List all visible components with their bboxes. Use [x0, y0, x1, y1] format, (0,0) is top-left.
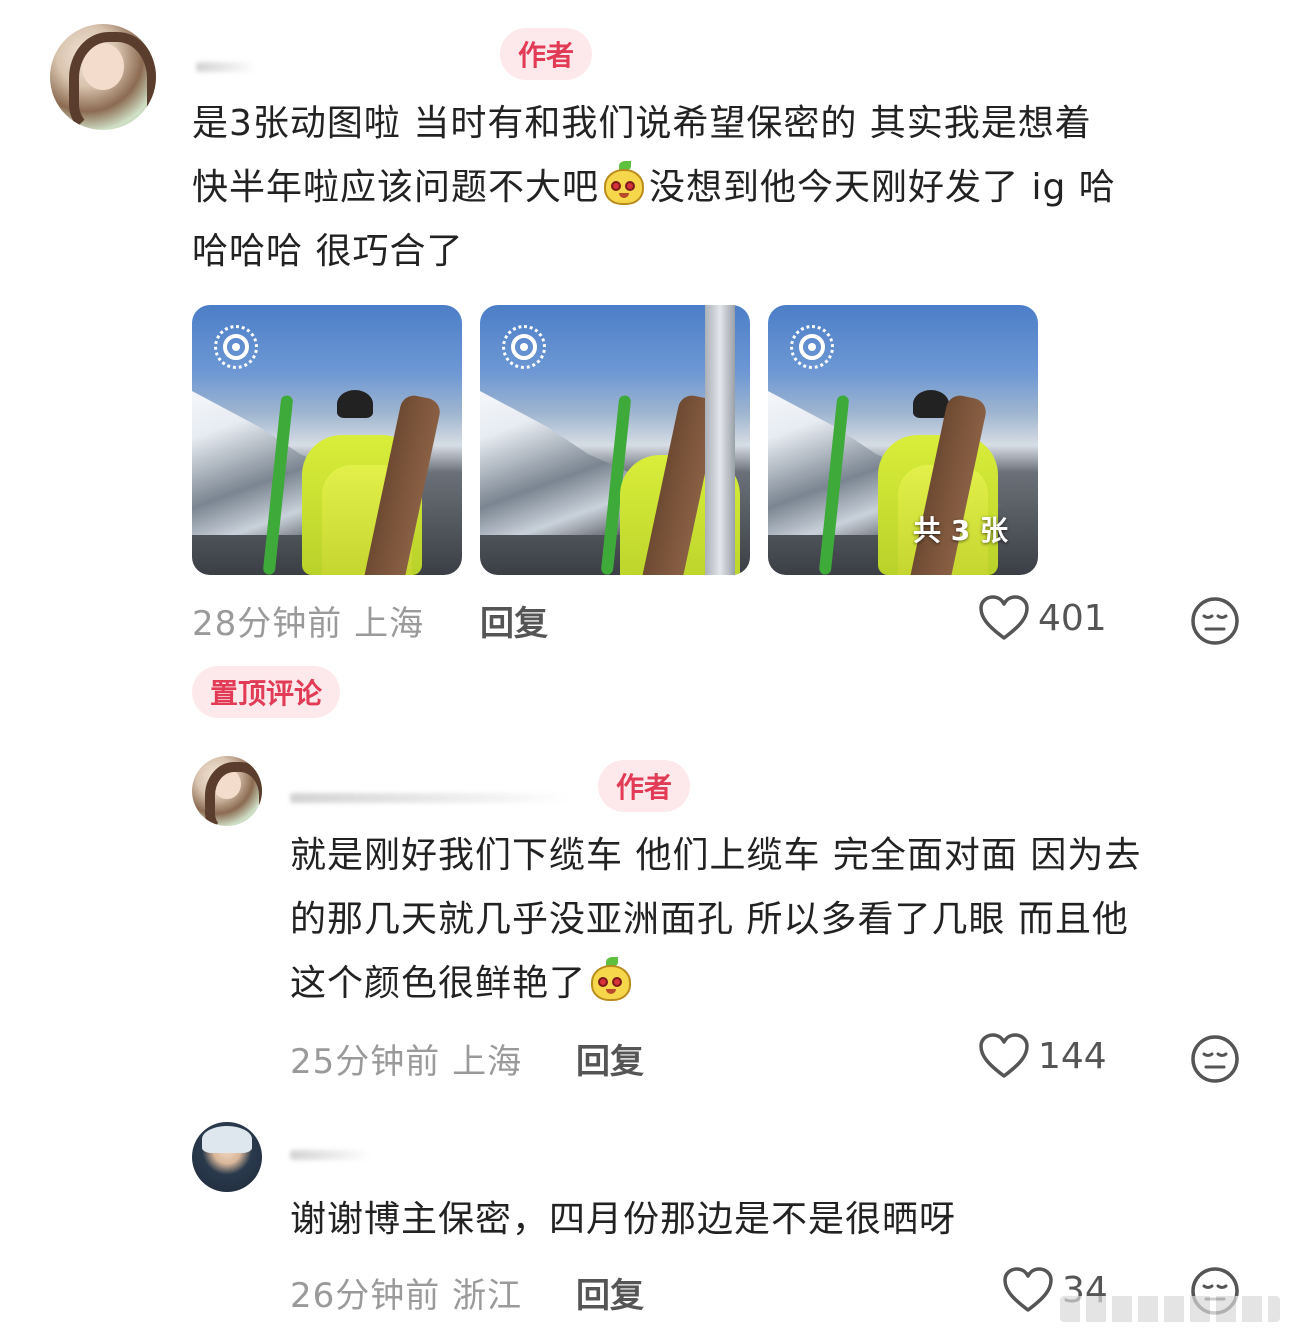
like-count: 144	[1038, 1035, 1107, 1077]
comment-line: 就是刚好我们下缆车 他们上缆车 完全面对面 因为去	[290, 835, 1142, 876]
photo-thumbnail-2[interactable]	[480, 305, 750, 575]
live-photo-icon	[790, 325, 834, 369]
dislike-face-icon[interactable]	[1190, 1034, 1240, 1084]
dislike-face-icon[interactable]	[1190, 596, 1240, 646]
comment-line: 谢谢博主保密，四月份那边是不是很晒呀	[290, 1199, 957, 1240]
comment-line: 是3张动图啦 当时有和我们说希望保密的 其实我是想着	[192, 103, 1092, 144]
username[interactable]	[196, 62, 256, 72]
avatar[interactable]	[192, 1122, 262, 1192]
comment-text: 是3张动图啦 当时有和我们说希望保密的 其实我是想着 快半年啦应该问题不大吧 没想…	[192, 92, 1252, 284]
pear-emoji-icon	[601, 161, 647, 207]
live-photo-icon	[502, 325, 546, 369]
photo-count-label: 共 3 张	[913, 514, 1008, 547]
comment-text: 谢谢博主保密，四月份那边是不是很晒呀	[290, 1188, 1260, 1252]
comment-time-location: 26分钟前 浙江	[290, 1276, 523, 1316]
photo-thumbnail-3[interactable]: 共 3 张	[768, 305, 1038, 575]
comment-line: 这个颜色很鲜艳了	[290, 952, 1260, 1016]
watermark	[1060, 1296, 1280, 1322]
comment-time-location: 25分钟前 上海	[290, 1042, 523, 1082]
heart-icon	[979, 1033, 1029, 1078]
username[interactable]	[290, 1150, 370, 1160]
username[interactable]	[290, 793, 570, 803]
author-badge: 作者	[598, 760, 691, 812]
pear-emoji-icon	[588, 957, 634, 1003]
reply-button[interactable]: 回复	[576, 1268, 644, 1317]
photo-thumbnail-1[interactable]	[192, 305, 462, 575]
like-count: 401	[1038, 597, 1107, 639]
pinned-comment-badge: 置顶评论	[192, 666, 341, 718]
avatar[interactable]	[50, 24, 156, 130]
comment-line: 的那几天就几乎没亚洲面孔 所以多看了几眼 而且他	[290, 899, 1129, 940]
heart-icon	[1003, 1267, 1053, 1312]
like-button[interactable]: 401	[978, 594, 1107, 642]
live-photo-icon	[214, 325, 258, 369]
comment-time-location: 28分钟前 上海	[192, 604, 425, 644]
comment-line: 哈哈哈 很巧合了	[192, 231, 464, 272]
heart-icon	[979, 595, 1029, 640]
reply-button[interactable]: 回复	[480, 596, 548, 645]
comment-line: 快半年啦应该问题不大吧 没想到他今天刚好发了 ig 哈	[192, 156, 1252, 220]
author-badge: 作者	[500, 28, 593, 80]
like-button[interactable]: 144	[978, 1032, 1107, 1080]
avatar[interactable]	[192, 756, 262, 826]
reply-button[interactable]: 回复	[576, 1034, 644, 1083]
comment-text: 就是刚好我们下缆车 他们上缆车 完全面对面 因为去 的那几天就几乎没亚洲面孔 所…	[290, 824, 1260, 1016]
